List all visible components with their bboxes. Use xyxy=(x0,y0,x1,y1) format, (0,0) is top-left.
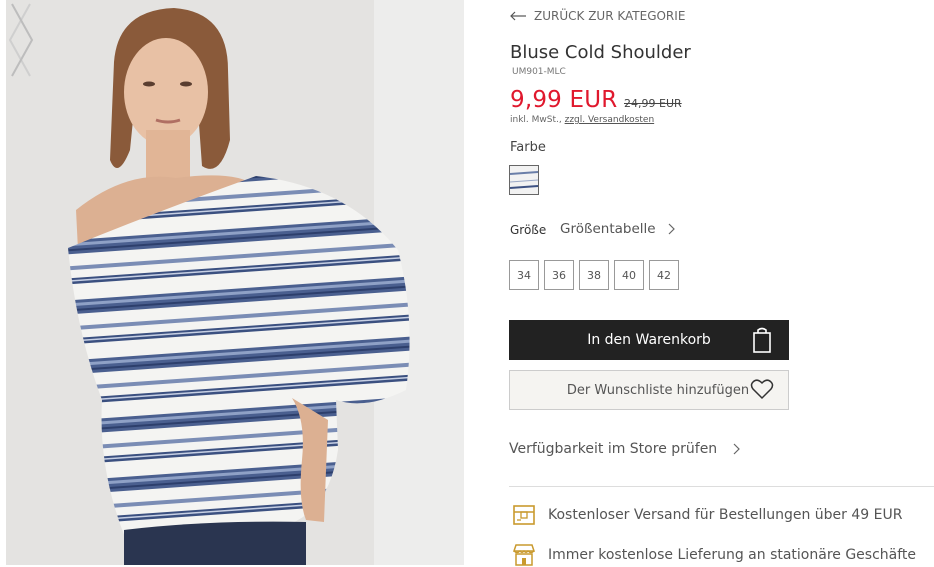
product-sku: UM901-MLC xyxy=(512,67,566,77)
size-chart-label: Größentabelle xyxy=(560,221,656,237)
size-chart-link[interactable]: Größentabelle xyxy=(560,221,675,237)
product-title: Bluse Cold Shoulder xyxy=(510,42,691,63)
arrow-left-icon xyxy=(510,11,526,21)
color-label: Farbe xyxy=(510,140,546,155)
store-delivery-info: Immer kostenlose Lieferung an stationäre… xyxy=(512,543,916,567)
back-to-category-link[interactable]: ZURÜCK ZUR KATEGORIE xyxy=(510,9,685,23)
chevron-right-icon[interactable] xyxy=(6,0,36,80)
size-option-36[interactable]: 36 xyxy=(544,260,574,290)
free-shipping-text: Kostenloser Versand für Bestellungen übe… xyxy=(548,507,903,523)
heart-icon xyxy=(750,379,774,400)
add-to-cart-button[interactable]: In den Warenkorb xyxy=(509,320,789,360)
size-option-34[interactable]: 34 xyxy=(509,260,539,290)
add-to-wishlist-button[interactable]: Der Wunschliste hinzufügen xyxy=(509,370,789,410)
tax-note: inkl. MwSt., zzgl. Versandkosten xyxy=(510,115,654,125)
store-availability-label: Verfügbarkeit im Store prüfen xyxy=(509,441,718,457)
product-photo xyxy=(6,0,464,565)
store-availability-link[interactable]: Verfügbarkeit im Store prüfen xyxy=(509,441,741,457)
add-to-cart-label: In den Warenkorb xyxy=(587,332,711,348)
old-price: 24,99 EUR xyxy=(624,97,682,110)
tax-text: inkl. MwSt., xyxy=(510,115,565,125)
store-delivery-text: Immer kostenlose Lieferung an stationäre… xyxy=(548,547,917,563)
color-swatch[interactable] xyxy=(509,165,539,195)
size-option-42[interactable]: 42 xyxy=(649,260,679,290)
add-to-wishlist-label: Der Wunschliste hinzufügen xyxy=(566,382,750,398)
chevron-right-icon xyxy=(733,443,741,455)
size-option-38[interactable]: 38 xyxy=(579,260,609,290)
free-shipping-info: Kostenloser Versand für Bestellungen übe… xyxy=(512,503,902,527)
back-link-label: ZURÜCK ZUR KATEGORIE xyxy=(534,9,686,23)
size-label: Größe xyxy=(510,223,547,237)
shopping-bag-icon xyxy=(753,327,771,353)
swatch-pattern xyxy=(510,166,538,194)
size-options: 34 36 38 40 42 xyxy=(509,260,679,290)
current-price: 9,99 EUR xyxy=(510,87,618,113)
chevron-right-icon xyxy=(668,223,675,235)
shipping-costs-link[interactable]: zzgl. Versandkosten xyxy=(565,115,655,125)
product-image-gallery[interactable] xyxy=(6,0,464,565)
store-icon xyxy=(512,544,536,566)
size-option-40[interactable]: 40 xyxy=(614,260,644,290)
divider xyxy=(509,486,934,487)
delivery-box-icon xyxy=(513,505,535,525)
